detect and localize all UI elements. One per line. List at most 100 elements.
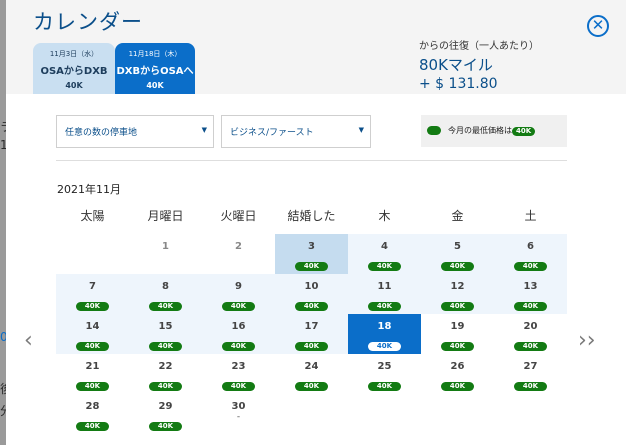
day-price-badge: 40K (294, 302, 329, 311)
day-cell-19[interactable]: 19 40K (421, 314, 494, 354)
day-price-badge: 40K (367, 342, 402, 351)
day-price-badge: 40K (148, 382, 183, 391)
tab-price: 40K (65, 81, 83, 90)
cabin-select[interactable]: ビジネス/ファースト ▼ (221, 115, 371, 148)
day-price-badge: 40K (440, 302, 475, 311)
day-number: 4 (381, 241, 388, 252)
day-price-badge: 40K (367, 262, 402, 271)
modal-header: カレンダー ✕ 11月3日（水） OSAからDXB 40K 11月18日（木） … (6, 0, 626, 94)
weekday-label: 結婚した (287, 209, 336, 223)
day-price-badge: 40K (148, 342, 183, 351)
day-cell-23[interactable]: 23 40K (202, 354, 275, 394)
tab-return[interactable]: 11月18日（木） DXBからOSAへ 40K (115, 43, 195, 94)
day-number: 28 (85, 401, 100, 412)
weekday-label: 火曜日 (220, 209, 257, 223)
day-price-badge: 40K (75, 302, 110, 311)
day-cell-16[interactable]: 16 40K (202, 314, 275, 354)
day-cell-10[interactable]: 10 40K (275, 274, 348, 314)
price-summary: からの往復（一人あたり） 80Kマイル + $ 131.80 (419, 37, 539, 92)
day-number: 10 (304, 281, 319, 292)
day-number: 18 (377, 321, 392, 332)
day-number: 7 (89, 281, 96, 292)
day-cell-26[interactable]: 26 40K (421, 354, 494, 394)
day-price-badge: 40K (440, 382, 475, 391)
day-cell-24[interactable]: 24 40K (275, 354, 348, 394)
day-number: 9 (235, 281, 242, 292)
modal-title: カレンダー (33, 10, 143, 34)
day-number: 15 (158, 321, 173, 332)
day-cell-13[interactable]: 13 40K (494, 274, 567, 314)
day-cell-3[interactable]: 3 40K (275, 234, 348, 274)
close-circle-icon[interactable]: ✕ (587, 15, 609, 37)
day-cell-12[interactable]: 12 40K (421, 274, 494, 314)
day-price-badge: 40K (221, 382, 256, 391)
day-cell-7[interactable]: 7 40K (56, 274, 129, 314)
day-price-badge: 40K (440, 262, 475, 271)
day-price-badge: 40K (513, 302, 548, 311)
day-price-badge: 40K (513, 342, 548, 351)
day-price-badge: 40K (75, 382, 110, 391)
cabin-select-label: ビジネス/ファースト (230, 128, 314, 138)
day-cell-30[interactable]: 30- (202, 394, 275, 434)
day-number: 24 (304, 361, 319, 372)
weekday-label: 金 (451, 209, 464, 223)
day-number: 14 (85, 321, 100, 332)
day-number: 19 (450, 321, 465, 332)
day-number: 26 (450, 361, 465, 372)
day-cell-17[interactable]: 17 40K (275, 314, 348, 354)
day-price-badge: 40K (75, 422, 110, 431)
tab-price: 40K (146, 81, 164, 90)
day-cell-4[interactable]: 4 40K (348, 234, 421, 274)
day-cell-14[interactable]: 14 40K (56, 314, 129, 354)
day-price-badge: 40K (75, 342, 110, 351)
day-cell-15[interactable]: 15 40K (129, 314, 202, 354)
day-number: 6 (527, 241, 534, 252)
day-number: 8 (162, 281, 169, 292)
legend-text: 今月の最低価格は (448, 126, 512, 135)
day-cell-27[interactable]: 27 40K (494, 354, 567, 394)
day-cell-1: 1 (129, 234, 202, 274)
price-miles: 80Kマイル (419, 56, 493, 74)
weekday-label: 月曜日 (147, 209, 184, 223)
day-cell-11[interactable]: 11 40K (348, 274, 421, 314)
tab-outbound[interactable]: 11月3日（水） OSAからDXB 40K (33, 43, 115, 94)
day-price-badge: 40K (148, 302, 183, 311)
chevron-left-icon[interactable]: ‹ (24, 328, 33, 353)
tab-route: OSAからDXB (40, 66, 108, 77)
day-cell-8[interactable]: 8 40K (129, 274, 202, 314)
day-cell-9[interactable]: 9 40K (202, 274, 275, 314)
day-cell-29[interactable]: 29 40K (129, 394, 202, 434)
day-price-badge: 40K (367, 382, 402, 391)
legend-swatch (427, 126, 441, 135)
day-number: 5 (454, 241, 461, 252)
day-cell-22[interactable]: 22 40K (129, 354, 202, 394)
day-number: 17 (304, 321, 319, 332)
lowest-price-legend: 今月の最低価格は 40K (421, 115, 567, 147)
price-note: からの往復（一人あたり） (419, 41, 539, 52)
day-number: 1 (162, 241, 169, 252)
day-price-badge: 40K (148, 422, 183, 431)
dropdown-arrow-icon: ▼ (358, 126, 364, 134)
day-price-badge: 40K (294, 262, 329, 271)
day-cell-2: 2 (202, 234, 275, 274)
tab-date: 11月3日（水） (49, 50, 99, 58)
stops-select[interactable]: 任意の数の停車地 ▼ (56, 115, 214, 148)
day-price-badge: 40K (513, 382, 548, 391)
day-cell-28[interactable]: 28 40K (56, 394, 129, 434)
day-cell-6[interactable]: 6 40K (494, 234, 567, 274)
legend-price-tag: 40K (512, 127, 536, 136)
double-chevron-right-icon[interactable]: ›› (578, 328, 596, 353)
price-tax: + $ 131.80 (419, 76, 498, 92)
day-cell-21[interactable]: 21 40K (56, 354, 129, 394)
day-number: 20 (523, 321, 538, 332)
day-price-badge: 40K (221, 342, 256, 351)
day-price-badge: 40K (221, 302, 256, 311)
day-cell-20[interactable]: 20 40K (494, 314, 567, 354)
weekday-label: 太陽 (80, 209, 105, 223)
day-cell-18[interactable]: 18 40K (348, 314, 421, 354)
day-cell-5[interactable]: 5 40K (421, 234, 494, 274)
day-price-badge: 40K (294, 382, 329, 391)
day-price-badge: 40K (294, 342, 329, 351)
day-cell-25[interactable]: 25 40K (348, 354, 421, 394)
dropdown-arrow-icon: ▼ (201, 126, 207, 134)
